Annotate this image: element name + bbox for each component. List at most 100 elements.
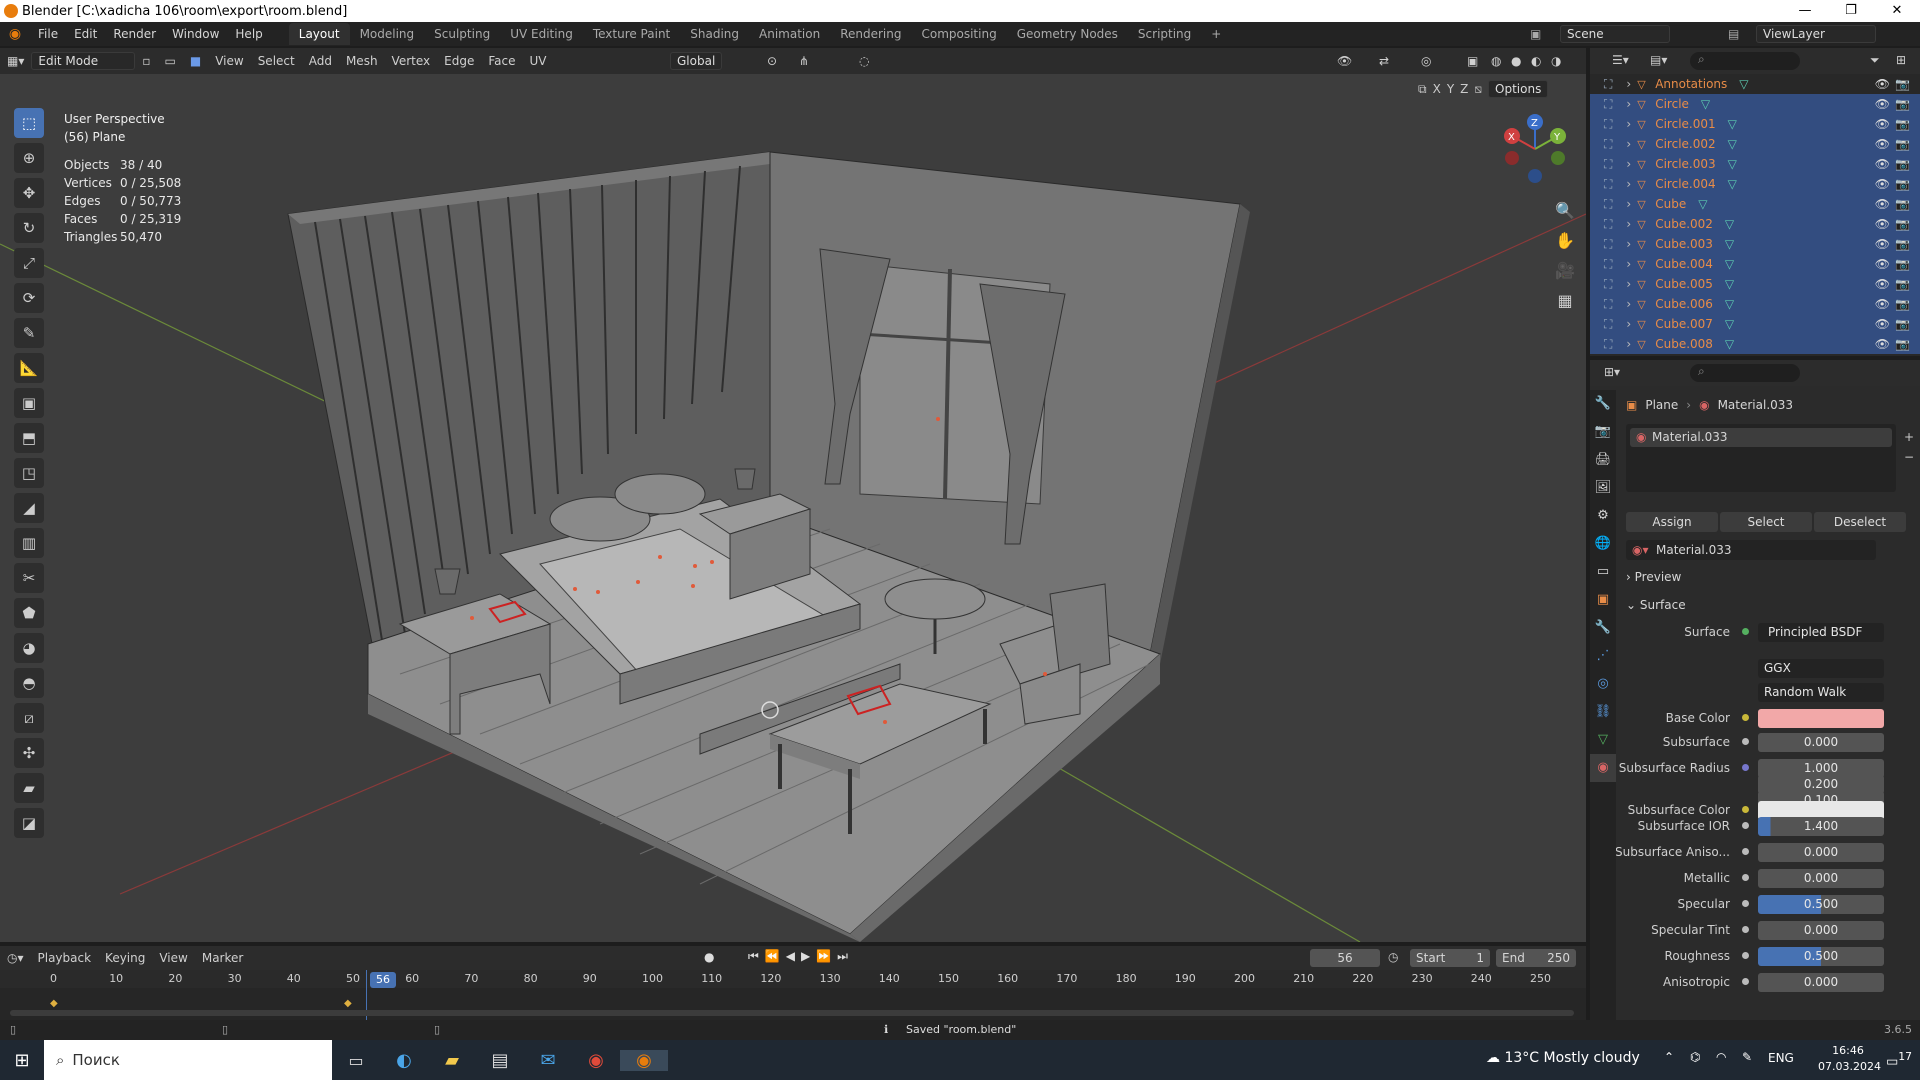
- expand-chevron-icon[interactable]: ›: [1626, 77, 1631, 91]
- rip-region-tool-icon[interactable]: ◪: [14, 808, 44, 838]
- visibility-eye-icon[interactable]: 👁: [1875, 277, 1890, 291]
- mail-icon[interactable]: ✉: [524, 1050, 572, 1071]
- visibility-icon[interactable]: 👁: [1330, 52, 1359, 70]
- mesh-data-icon[interactable]: ▽: [1701, 97, 1710, 111]
- outliner-item[interactable]: ⛶ › ▽ Circle.002 ▽ 👁 📷: [1590, 134, 1920, 154]
- view-layer-tab-icon[interactable]: 🖼: [1590, 474, 1616, 502]
- overlay-toggle-icon[interactable]: ◎: [1414, 52, 1438, 70]
- shading-rendered-icon[interactable]: ◑: [1544, 52, 1568, 70]
- grid-view-icon[interactable]: ▦: [1550, 286, 1580, 316]
- render-camera-icon[interactable]: 📷: [1895, 257, 1910, 271]
- transform-tool-icon[interactable]: ⟳: [14, 283, 44, 313]
- select-mode-face-icon[interactable]: ■: [183, 52, 208, 70]
- surface-shader-field[interactable]: Principled BSDF: [1758, 622, 1884, 642]
- timeline-editor-icon[interactable]: ◷▾: [0, 949, 31, 967]
- restrict-select-icon[interactable]: ⛶: [1604, 137, 1612, 152]
- menu-vertex[interactable]: Vertex: [385, 52, 438, 70]
- tab-modeling[interactable]: Modeling: [350, 23, 425, 45]
- measure-tool-icon[interactable]: 📐: [14, 353, 44, 383]
- mesh-data-icon[interactable]: ▽: [1725, 297, 1734, 311]
- shear-tool-icon[interactable]: ▰: [14, 773, 44, 803]
- visibility-eye-icon[interactable]: 👁: [1875, 97, 1890, 111]
- render-camera-icon[interactable]: 📷: [1895, 277, 1910, 291]
- task-view-icon[interactable]: ▭: [332, 1051, 380, 1070]
- object-tab-icon[interactable]: ▣: [1590, 586, 1616, 614]
- menu-add[interactable]: Add: [302, 52, 339, 70]
- tab-rendering[interactable]: Rendering: [830, 23, 911, 45]
- visibility-eye-icon[interactable]: 👁: [1875, 297, 1890, 311]
- tab-shading[interactable]: Shading: [680, 23, 749, 45]
- menu-select[interactable]: Select: [251, 52, 302, 70]
- material-datablock[interactable]: ◉▾ Material.033: [1626, 540, 1876, 560]
- property-value[interactable]: 1.400: [1758, 816, 1884, 836]
- outliner-item[interactable]: ⛶ › ▽ Cube ▽ 👁 📷: [1590, 194, 1920, 214]
- visibility-eye-icon[interactable]: 👁: [1875, 237, 1890, 251]
- property-value[interactable]: 0.000: [1758, 842, 1884, 862]
- outliner-item[interactable]: ⛶ › ▽ Cube.002 ▽ 👁 📷: [1590, 214, 1920, 234]
- render-camera-icon[interactable]: 📷: [1895, 77, 1910, 91]
- menu-timeline-view[interactable]: View: [152, 949, 194, 967]
- xray-icon[interactable]: ▣: [1460, 52, 1485, 70]
- cursor-tool-icon[interactable]: ⊕: [14, 143, 44, 173]
- tab-geometry-nodes[interactable]: Geometry Nodes: [1007, 23, 1128, 45]
- editor-type-icon[interactable]: ▦▾: [0, 52, 31, 70]
- assign-button[interactable]: Assign: [1626, 512, 1718, 532]
- bevel-tool-icon[interactable]: ◢: [14, 493, 44, 523]
- extrude-tool-icon[interactable]: ⬒: [14, 423, 44, 453]
- mesh-data-icon[interactable]: ▽: [1728, 137, 1737, 151]
- property-value[interactable]: 0.000: [1758, 972, 1884, 992]
- expand-chevron-icon[interactable]: ›: [1626, 97, 1631, 111]
- constraints-tab-icon[interactable]: ⛓: [1590, 698, 1616, 726]
- expand-chevron-icon[interactable]: ›: [1626, 257, 1631, 271]
- axis-z-toggle[interactable]: Z: [1460, 82, 1468, 96]
- tab-compositing[interactable]: Compositing: [911, 23, 1006, 45]
- keyframe-marker[interactable]: ◆: [50, 998, 58, 1009]
- record-icon[interactable]: ●: [704, 950, 714, 964]
- render-camera-icon[interactable]: 📷: [1895, 197, 1910, 211]
- visibility-eye-icon[interactable]: 👁: [1875, 197, 1890, 211]
- visibility-eye-icon[interactable]: 👁: [1875, 137, 1890, 151]
- select-mode-edge-icon[interactable]: ▭: [158, 52, 183, 70]
- rotate-tool-icon[interactable]: ↻: [14, 213, 44, 243]
- tab-uv-editing[interactable]: UV Editing: [500, 23, 583, 45]
- playhead-frame[interactable]: 56: [370, 972, 396, 988]
- menu-mesh[interactable]: Mesh: [339, 52, 385, 70]
- tab-scripting[interactable]: Scripting: [1128, 23, 1201, 45]
- mesh-data-icon[interactable]: ▽: [1725, 217, 1734, 231]
- 3d-viewport[interactable]: ⬚ ⊕ ✥ ↻ ⤢ ⟳ ✎ 📐 ▣ ⬒ ◳ ◢ ▥ ✂ ⬟ ◕ ◓ ⧄ ✣ ▰ …: [0, 74, 1586, 942]
- restrict-select-icon[interactable]: ⛶: [1604, 77, 1612, 92]
- select-box-tool-icon[interactable]: ⬚: [14, 108, 44, 138]
- output-tab-icon[interactable]: 🖨: [1590, 446, 1616, 474]
- menu-edge[interactable]: Edge: [437, 52, 481, 70]
- restrict-select-icon[interactable]: ⛶: [1604, 317, 1612, 332]
- taskbar-search[interactable]: ⌕ Поиск: [44, 1040, 332, 1080]
- loop-cut-tool-icon[interactable]: ▥: [14, 528, 44, 558]
- start-icon[interactable]: ⊞: [0, 1050, 44, 1071]
- add-cube-tool-icon[interactable]: ▣: [14, 388, 44, 418]
- tab-animation[interactable]: Animation: [749, 23, 830, 45]
- mesh-data-icon[interactable]: ▽: [1698, 197, 1707, 211]
- maximize-button[interactable]: ❐: [1828, 0, 1874, 22]
- explorer-icon[interactable]: ▰: [428, 1050, 476, 1071]
- mesh-data-icon[interactable]: ▽: [1728, 117, 1737, 131]
- data-tab-icon[interactable]: ▽: [1590, 726, 1616, 754]
- props-editor-icon[interactable]: ⊞▾: [1604, 365, 1620, 379]
- weather-widget[interactable]: ☁ 13°C Mostly cloudy: [1486, 1050, 1640, 1066]
- restrict-select-icon[interactable]: ⛶: [1604, 277, 1612, 292]
- property-value[interactable]: 0.000: [1758, 920, 1884, 940]
- mesh-data-icon[interactable]: ▽: [1728, 157, 1737, 171]
- outliner-item[interactable]: ⛶ › ▽ Cube.004 ▽ 👁 📷: [1590, 254, 1920, 274]
- restrict-select-icon[interactable]: ⛶: [1604, 217, 1612, 232]
- shrink-fatten-tool-icon[interactable]: ✣: [14, 738, 44, 768]
- outliner-item[interactable]: ⛶ › ▽ Cube.006 ▽ 👁 📷: [1590, 294, 1920, 314]
- spin-tool-icon[interactable]: ◕: [14, 633, 44, 663]
- visibility-eye-icon[interactable]: 👁: [1875, 157, 1890, 171]
- language-indicator[interactable]: ENG: [1768, 1051, 1794, 1065]
- surface-panel-header[interactable]: ⌄ Surface: [1626, 598, 1686, 612]
- tab-texture-paint[interactable]: Texture Paint: [583, 23, 680, 45]
- restrict-select-icon[interactable]: ⛶: [1604, 197, 1612, 212]
- render-tab-icon[interactable]: 📷: [1590, 418, 1616, 446]
- render-camera-icon[interactable]: 📷: [1895, 237, 1910, 251]
- add-workspace-button[interactable]: +: [1201, 23, 1231, 45]
- property-value[interactable]: 0.500: [1758, 894, 1884, 914]
